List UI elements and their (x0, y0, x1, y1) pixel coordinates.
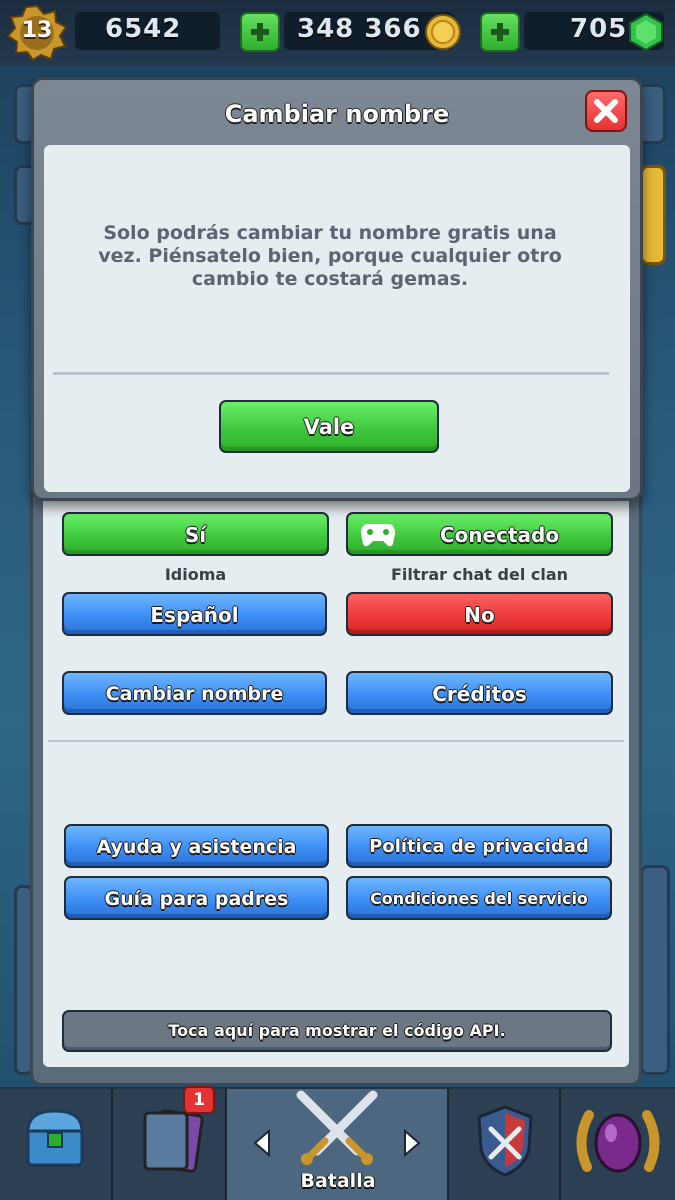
change-name-button[interactable]: Cambiar nombre (62, 671, 327, 715)
setting-yes-button[interactable]: Sí (62, 512, 329, 556)
game-connect-button[interactable]: Conectado (346, 512, 613, 556)
gold-coin-icon (425, 14, 461, 50)
api-code-button[interactable]: Toca aquí para mostrar el código API. (62, 1010, 612, 1052)
background-card (640, 165, 666, 265)
privacy-button[interactable]: Política de privacidad (346, 824, 612, 868)
level-badge[interactable]: 13 (6, 4, 68, 62)
nav-events[interactable] (561, 1089, 675, 1200)
clan-shield-icon (477, 1105, 533, 1177)
parents-guide-button[interactable]: Guía para padres (64, 876, 329, 920)
dialog-message: Solo podrás cambiar tu nombre gratis una… (98, 222, 562, 290)
nav-clan[interactable] (449, 1089, 561, 1200)
close-button[interactable] (585, 90, 627, 132)
ok-button[interactable]: Vale (219, 400, 439, 453)
events-laurel-icon (576, 1110, 660, 1173)
dialog-divider (53, 372, 609, 375)
dialog-title: Cambiar nombre (224, 100, 450, 128)
clan-filter-toggle[interactable]: No (346, 592, 613, 636)
cards-icon (143, 1109, 204, 1173)
buy-gems-button[interactable] (480, 12, 520, 52)
background-card (640, 865, 670, 1075)
gamepad-icon (361, 524, 395, 547)
close-icon (594, 99, 618, 123)
chevron-right-icon (404, 1129, 421, 1157)
settings-divider (48, 740, 624, 742)
crossed-swords-icon (296, 1090, 378, 1165)
language-button[interactable]: Español (62, 592, 327, 636)
gem-icon (629, 12, 663, 52)
credits-button[interactable]: Créditos (346, 671, 613, 715)
language-label: Idioma (164, 565, 227, 584)
game-connect-label: Conectado (439, 523, 560, 547)
chevron-left-icon (253, 1129, 270, 1157)
settings-panel-body (43, 470, 629, 1067)
trophy-count: 6542 (105, 14, 182, 44)
nav-battle-label: Batalla (300, 1170, 376, 1192)
clan-filter-label: Filtrar chat del clan (390, 565, 569, 584)
gem-count: 705 (570, 14, 628, 44)
top-bar: 13 6542 348 366 705 (0, 0, 675, 66)
level-number: 13 (21, 18, 53, 43)
terms-button[interactable]: Condiciones del servicio (346, 876, 612, 920)
help-button[interactable]: Ayuda y asistencia (64, 824, 329, 868)
cards-notification-badge: 1 (183, 1086, 215, 1114)
chest-icon (26, 1109, 84, 1167)
nav-shop[interactable] (0, 1089, 113, 1200)
gold-count: 348 366 (297, 14, 422, 44)
buy-gold-button[interactable] (240, 12, 280, 52)
